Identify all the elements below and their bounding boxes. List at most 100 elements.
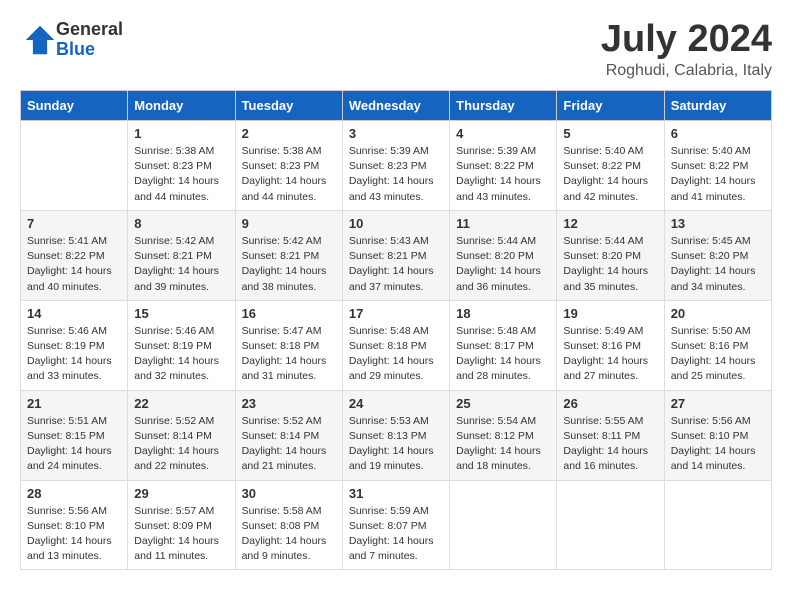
day-info: Sunrise: 5:52 AM Sunset: 8:14 PM Dayligh… <box>242 414 336 475</box>
day-number: 5 <box>563 126 657 141</box>
calendar-week-row: 1 Sunrise: 5:38 AM Sunset: 8:23 PM Daylig… <box>21 121 772 211</box>
day-number: 31 <box>349 486 443 501</box>
calendar-cell <box>21 121 128 211</box>
day-number: 21 <box>27 396 121 411</box>
calendar-cell: 22Sunrise: 5:52 AM Sunset: 8:14 PM Dayli… <box>128 390 235 480</box>
day-info: Sunrise: 5:56 AM Sunset: 8:10 PM Dayligh… <box>671 414 765 475</box>
logo-icon <box>24 24 56 56</box>
day-info: Sunrise: 5:44 AM Sunset: 8:20 PM Dayligh… <box>456 234 550 295</box>
day-number: 30 <box>242 486 336 501</box>
header-wednesday: Wednesday <box>342 91 449 121</box>
logo-blue: Blue <box>56 40 123 60</box>
day-info: Sunrise: 5:49 AM Sunset: 8:16 PM Dayligh… <box>563 324 657 385</box>
day-number: 8 <box>134 216 228 231</box>
day-number: 24 <box>349 396 443 411</box>
day-number: 12 <box>563 216 657 231</box>
title-section: July 2024 Roghudi, Calabria, Italy <box>601 20 772 80</box>
location-subtitle: Roghudi, Calabria, Italy <box>601 62 772 80</box>
calendar-header-row: Sunday Monday Tuesday Wednesday Thursday… <box>21 91 772 121</box>
day-number: 25 <box>456 396 550 411</box>
day-number: 16 <box>242 306 336 321</box>
day-number: 20 <box>671 306 765 321</box>
calendar-cell: 7 Sunrise: 5:41 AM Sunset: 8:22 PM Daylig… <box>21 210 128 300</box>
calendar-cell: 18Sunrise: 5:48 AM Sunset: 8:17 PM Dayli… <box>450 300 557 390</box>
calendar-cell: 19 Sunrise: 5:49 AM Sunset: 8:16 PM Dayli… <box>557 300 664 390</box>
day-info: Sunrise: 5:56 AM Sunset: 8:10 PM Dayligh… <box>27 504 121 565</box>
day-number: 7 <box>27 216 121 231</box>
day-info: Sunrise: 5:43 AM Sunset: 8:21 PM Dayligh… <box>349 234 443 295</box>
calendar-cell: 30 Sunrise: 5:58 AM Sunset: 8:08 PM Dayli… <box>235 480 342 570</box>
calendar-table: Sunday Monday Tuesday Wednesday Thursday… <box>20 90 772 570</box>
day-info: Sunrise: 5:42 AM Sunset: 8:21 PM Dayligh… <box>242 234 336 295</box>
day-info: Sunrise: 5:44 AM Sunset: 8:20 PM Dayligh… <box>563 234 657 295</box>
day-info: Sunrise: 5:38 AM Sunset: 8:23 PM Dayligh… <box>242 144 336 205</box>
day-number: 11 <box>456 216 550 231</box>
day-number: 15 <box>134 306 228 321</box>
day-number: 3 <box>349 126 443 141</box>
header-monday: Monday <box>128 91 235 121</box>
calendar-week-row: 14 Sunrise: 5:46 AM Sunset: 8:19 PM Dayli… <box>21 300 772 390</box>
header-sunday: Sunday <box>21 91 128 121</box>
day-info: Sunrise: 5:45 AM Sunset: 8:20 PM Dayligh… <box>671 234 765 295</box>
day-info: Sunrise: 5:50 AM Sunset: 8:16 PM Dayligh… <box>671 324 765 385</box>
day-info: Sunrise: 5:51 AM Sunset: 8:15 PM Dayligh… <box>27 414 121 475</box>
logo-text: General Blue <box>56 20 123 60</box>
day-info: Sunrise: 5:42 AM Sunset: 8:21 PM Dayligh… <box>134 234 228 295</box>
calendar-cell: 21 Sunrise: 5:51 AM Sunset: 8:15 PM Dayli… <box>21 390 128 480</box>
calendar-cell <box>664 480 771 570</box>
day-number: 26 <box>563 396 657 411</box>
calendar-cell: 24 Sunrise: 5:53 AM Sunset: 8:13 PM Dayli… <box>342 390 449 480</box>
day-number: 1 <box>134 126 228 141</box>
calendar-cell: 11 Sunrise: 5:44 AM Sunset: 8:20 PM Dayli… <box>450 210 557 300</box>
day-number: 13 <box>671 216 765 231</box>
day-number: 29 <box>134 486 228 501</box>
day-info: Sunrise: 5:47 AM Sunset: 8:18 PM Dayligh… <box>242 324 336 385</box>
calendar-cell: 3Sunrise: 5:39 AM Sunset: 8:23 PM Daylig… <box>342 121 449 211</box>
calendar-cell: 31 Sunrise: 5:59 AM Sunset: 8:07 PM Dayli… <box>342 480 449 570</box>
calendar-cell: 4Sunrise: 5:39 AM Sunset: 8:22 PM Daylig… <box>450 121 557 211</box>
calendar-cell: 5Sunrise: 5:40 AM Sunset: 8:22 PM Daylig… <box>557 121 664 211</box>
day-info: Sunrise: 5:39 AM Sunset: 8:22 PM Dayligh… <box>456 144 550 205</box>
calendar-cell: 17 Sunrise: 5:48 AM Sunset: 8:18 PM Dayli… <box>342 300 449 390</box>
day-number: 23 <box>242 396 336 411</box>
day-info: Sunrise: 5:48 AM Sunset: 8:18 PM Dayligh… <box>349 324 443 385</box>
calendar-cell: 10Sunrise: 5:43 AM Sunset: 8:21 PM Dayli… <box>342 210 449 300</box>
day-number: 18 <box>456 306 550 321</box>
day-number: 17 <box>349 306 443 321</box>
calendar-cell: 26Sunrise: 5:55 AM Sunset: 8:11 PM Dayli… <box>557 390 664 480</box>
day-number: 19 <box>563 306 657 321</box>
day-info: Sunrise: 5:59 AM Sunset: 8:07 PM Dayligh… <box>349 504 443 565</box>
day-info: Sunrise: 5:54 AM Sunset: 8:12 PM Dayligh… <box>456 414 550 475</box>
day-number: 2 <box>242 126 336 141</box>
day-number: 28 <box>27 486 121 501</box>
calendar-cell: 20 Sunrise: 5:50 AM Sunset: 8:16 PM Dayli… <box>664 300 771 390</box>
day-number: 27 <box>671 396 765 411</box>
day-info: Sunrise: 5:41 AM Sunset: 8:22 PM Dayligh… <box>27 234 121 295</box>
day-info: Sunrise: 5:58 AM Sunset: 8:08 PM Dayligh… <box>242 504 336 565</box>
header-thursday: Thursday <box>450 91 557 121</box>
header-tuesday: Tuesday <box>235 91 342 121</box>
day-info: Sunrise: 5:52 AM Sunset: 8:14 PM Dayligh… <box>134 414 228 475</box>
header-friday: Friday <box>557 91 664 121</box>
calendar-cell: 12 Sunrise: 5:44 AM Sunset: 8:20 PM Dayli… <box>557 210 664 300</box>
day-number: 6 <box>671 126 765 141</box>
day-number: 14 <box>27 306 121 321</box>
calendar-cell: 6Sunrise: 5:40 AM Sunset: 8:22 PM Daylig… <box>664 121 771 211</box>
calendar-cell: 1 Sunrise: 5:38 AM Sunset: 8:23 PM Daylig… <box>128 121 235 211</box>
logo-general: General <box>56 20 123 40</box>
calendar-cell: 13 Sunrise: 5:45 AM Sunset: 8:20 PM Dayli… <box>664 210 771 300</box>
calendar-cell: 23 Sunrise: 5:52 AM Sunset: 8:14 PM Dayli… <box>235 390 342 480</box>
day-info: Sunrise: 5:53 AM Sunset: 8:13 PM Dayligh… <box>349 414 443 475</box>
calendar-cell: 29 Sunrise: 5:57 AM Sunset: 8:09 PM Dayli… <box>128 480 235 570</box>
calendar-week-row: 21 Sunrise: 5:51 AM Sunset: 8:15 PM Dayli… <box>21 390 772 480</box>
day-info: Sunrise: 5:38 AM Sunset: 8:23 PM Dayligh… <box>134 144 228 205</box>
calendar-cell: 14 Sunrise: 5:46 AM Sunset: 8:19 PM Dayli… <box>21 300 128 390</box>
calendar-week-row: 7 Sunrise: 5:41 AM Sunset: 8:22 PM Daylig… <box>21 210 772 300</box>
calendar-week-row: 28 Sunrise: 5:56 AM Sunset: 8:10 PM Dayli… <box>21 480 772 570</box>
calendar-cell <box>557 480 664 570</box>
day-info: Sunrise: 5:57 AM Sunset: 8:09 PM Dayligh… <box>134 504 228 565</box>
calendar-cell: 8 Sunrise: 5:42 AM Sunset: 8:21 PM Daylig… <box>128 210 235 300</box>
calendar-cell: 15Sunrise: 5:46 AM Sunset: 8:19 PM Dayli… <box>128 300 235 390</box>
calendar-cell: 16 Sunrise: 5:47 AM Sunset: 8:18 PM Dayli… <box>235 300 342 390</box>
day-info: Sunrise: 5:46 AM Sunset: 8:19 PM Dayligh… <box>27 324 121 385</box>
